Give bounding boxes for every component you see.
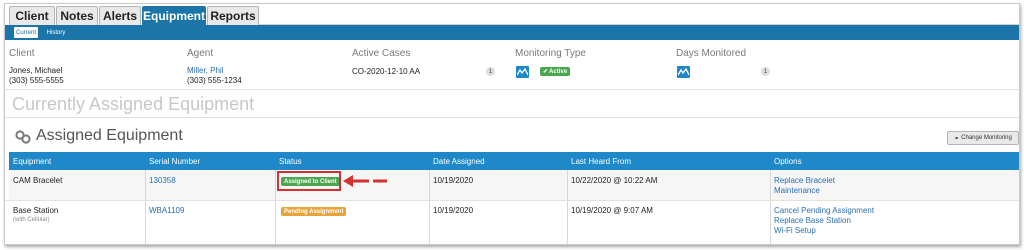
tab-reports[interactable]: Reports	[207, 6, 259, 25]
date-assigned: 10/19/2020	[433, 176, 474, 185]
tab-equipment[interactable]: Equipment	[142, 6, 206, 25]
subtab-history[interactable]: History	[41, 27, 71, 38]
change-monitoring-button[interactable]: ⚭ Change Monitoring	[947, 131, 1019, 145]
table-row: CAM Bracelet 130358 Assigned to Client 1…	[9, 170, 1019, 200]
active-badge-label: Active	[549, 68, 568, 75]
table-row: Base Station (with Cellular) WBA1109 Pen…	[9, 200, 1019, 244]
col-serial-number[interactable]: Serial Number	[149, 152, 200, 170]
divider	[5, 117, 1019, 118]
tab-strip-edge	[253, 6, 1019, 25]
column-divider	[145, 170, 146, 244]
column-divider	[567, 170, 568, 244]
link-icon	[15, 130, 31, 144]
tab-client[interactable]: Client	[9, 6, 55, 25]
highlight-box	[277, 171, 341, 191]
subtab-current[interactable]: Current	[14, 27, 38, 38]
monitoring-icon	[677, 66, 690, 78]
col-last-heard[interactable]: Last Heard From	[571, 152, 631, 170]
equipment-table-header: Equipment Serial Number Status Date Assi…	[9, 152, 1019, 170]
link-icon: ⚭	[954, 135, 960, 142]
monitoring-icon	[516, 66, 529, 78]
serial-number-link[interactable]: 130358	[149, 176, 176, 185]
active-cases-heading: Active Cases	[352, 48, 411, 59]
status-badge: Pending Assignment	[281, 207, 347, 216]
row-divider	[5, 200, 1019, 201]
equipment-panel: Client Notes Alerts Equipment Reports Cu…	[4, 3, 1020, 245]
currently-assigned-title: Currently Assigned Equipment	[12, 94, 255, 114]
col-date-assigned[interactable]: Date Assigned	[433, 152, 485, 170]
monitoring-type-heading: Monitoring Type	[515, 48, 586, 59]
main-tabs: Client Notes Alerts Equipment Reports	[5, 4, 1019, 25]
col-status[interactable]: Status	[279, 152, 302, 170]
divider	[5, 89, 1019, 90]
subtab-bar: Current History	[5, 25, 1019, 40]
change-monitoring-label: Change Monitoring	[961, 135, 1012, 141]
col-equipment[interactable]: Equipment	[13, 152, 51, 170]
date-assigned: 10/19/2020	[433, 206, 474, 215]
days-monitored-count: 1	[761, 67, 770, 76]
last-heard: 10/22/2020 @ 10:22 AM	[571, 176, 658, 185]
equipment-name: CAM Bracelet	[13, 176, 63, 185]
wifi-setup-link[interactable]: Wi-Fi Setup	[774, 226, 816, 235]
arrow-left-icon	[343, 175, 387, 187]
last-heard: 10/19/2020 @ 9:07 AM	[571, 206, 653, 215]
active-status-badge: ✔ Active	[540, 67, 571, 76]
equipment-name: Base Station	[13, 206, 59, 215]
client-heading: Client	[9, 48, 35, 59]
tab-notes[interactable]: Notes	[56, 6, 98, 25]
client-phone: (303) 555-5555	[9, 76, 64, 85]
active-cases-count: 1	[486, 67, 495, 76]
maintenance-link[interactable]: Maintenance	[774, 186, 820, 195]
equipment-subtitle: (with Cellular)	[13, 217, 50, 223]
days-monitored-heading: Days Monitored	[676, 48, 747, 59]
cancel-pending-assignment-link[interactable]: Cancel Pending Assignment	[774, 206, 874, 215]
column-divider	[429, 170, 430, 244]
tab-alerts[interactable]: Alerts	[99, 6, 141, 25]
column-divider	[275, 170, 276, 244]
serial-number-link[interactable]: WBA1109	[149, 206, 184, 215]
check-icon: ✔	[543, 69, 549, 75]
col-options[interactable]: Options	[774, 152, 802, 170]
agent-phone: (303) 555-1234	[187, 76, 242, 85]
column-divider	[770, 170, 771, 244]
replace-base-station-link[interactable]: Replace Base Station	[774, 216, 851, 225]
assigned-equipment-title: Assigned Equipment	[36, 127, 183, 144]
agent-heading: Agent	[187, 48, 214, 59]
active-case-value: CO-2020-12-10 AA	[352, 67, 421, 76]
client-name: Jones, Michael	[9, 66, 63, 75]
agent-name-link[interactable]: Miller, Phil	[187, 66, 223, 75]
replace-bracelet-link[interactable]: Replace Bracelet	[774, 176, 835, 185]
